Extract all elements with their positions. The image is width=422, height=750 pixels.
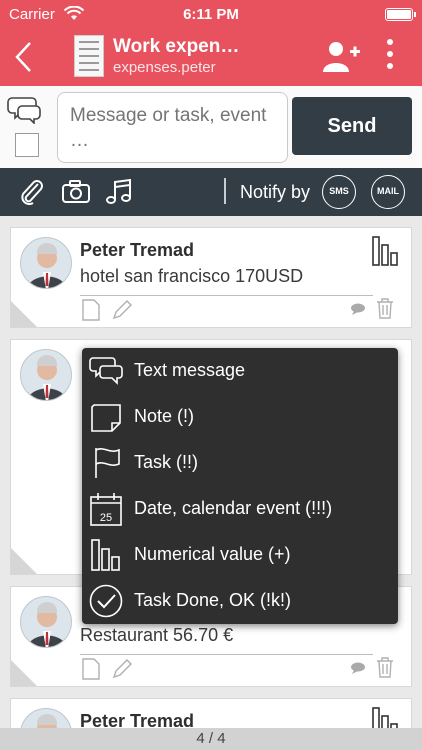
- menu-item-calendar-event[interactable]: 25 Date, calendar event (!!!): [82, 486, 398, 532]
- message-card[interactable]: Peter Tremad hotel san francisco 170USD: [10, 227, 412, 328]
- menu-item-label: Text message: [134, 360, 246, 380]
- message-text: hotel san francisco 170USD: [80, 266, 304, 286]
- menu-item-label: Note (!): [134, 406, 195, 426]
- bar-chart-icon[interactable]: [371, 235, 399, 267]
- menu-item-text-message[interactable]: Text message: [82, 348, 398, 394]
- more-options-icon[interactable]: [380, 36, 400, 76]
- card-fold: [11, 548, 37, 574]
- toolbar-divider: [224, 178, 226, 204]
- page-indicator: 4 / 4: [0, 728, 422, 750]
- attachment-toolbar: Notify by SMS MAIL: [0, 168, 422, 216]
- battery-icon: [385, 8, 416, 21]
- add-user-icon[interactable]: [320, 38, 362, 74]
- document-icon[interactable]: [80, 299, 102, 321]
- pencil-icon[interactable]: [111, 299, 133, 321]
- trash-icon[interactable]: [374, 656, 396, 678]
- avatar: [20, 237, 72, 289]
- avatar: [20, 596, 72, 648]
- status-bar: Carrier 6:11 PM: [0, 0, 422, 28]
- camera-icon[interactable]: [60, 178, 92, 206]
- menu-item-task-done[interactable]: Task Done, OK (!k!): [82, 578, 398, 624]
- comment-icon[interactable]: [347, 299, 369, 321]
- back-icon[interactable]: [10, 40, 40, 74]
- message-author: Peter Tremad: [80, 240, 195, 260]
- clock: 6:11 PM: [183, 6, 239, 23]
- music-icon[interactable]: [102, 178, 134, 206]
- message-type-menu: Text message Note (!) Task (!!) 25 Date,…: [82, 348, 398, 624]
- notify-label: Notify by: [240, 182, 311, 202]
- menu-item-numerical-value[interactable]: Numerical value (+): [82, 532, 398, 578]
- paperclip-icon[interactable]: [16, 178, 48, 206]
- bar-chart-icon: [91, 539, 120, 571]
- menu-item-label: Task (!!): [134, 452, 199, 472]
- nav-bar: Work expen… expenses.peter: [0, 28, 422, 86]
- page-title: Work expen…: [113, 36, 240, 57]
- check-circle-icon: [89, 584, 123, 618]
- menu-item-label: Date, calendar event (!!!): [134, 498, 333, 518]
- trash-icon[interactable]: [374, 297, 396, 319]
- card-divider: [80, 654, 373, 655]
- chat-bubbles-icon: [89, 357, 123, 385]
- document-thumbnail[interactable]: [74, 35, 104, 77]
- message-input[interactable]: [57, 92, 288, 163]
- sms-notify-button[interactable]: SMS: [322, 175, 356, 209]
- document-icon[interactable]: [80, 658, 102, 680]
- mail-notify-button[interactable]: MAIL: [371, 175, 405, 209]
- pencil-icon[interactable]: [111, 658, 133, 680]
- calendar-icon: 25: [90, 493, 122, 526]
- send-button[interactable]: Send: [292, 97, 412, 155]
- card-fold: [11, 660, 37, 686]
- menu-item-label: Task Done, OK (!k!): [134, 590, 292, 610]
- task-checkbox[interactable]: [15, 133, 39, 157]
- note-icon: [91, 404, 121, 432]
- compose-area: Send: [0, 86, 422, 168]
- menu-item-task[interactable]: Task (!!): [82, 440, 398, 486]
- card-fold: [11, 301, 37, 327]
- message-type-icon[interactable]: [6, 96, 42, 124]
- card-divider: [80, 295, 373, 296]
- page-subtitle: expenses.peter: [113, 59, 216, 76]
- flag-icon: [95, 448, 120, 478]
- calendar-day: 25: [100, 512, 112, 524]
- menu-item-label: Numerical value (+): [134, 544, 291, 564]
- message-text: Restaurant 56.70 €: [80, 625, 234, 645]
- comment-icon[interactable]: [347, 658, 369, 680]
- avatar: [20, 349, 72, 401]
- menu-item-note[interactable]: Note (!): [82, 394, 398, 440]
